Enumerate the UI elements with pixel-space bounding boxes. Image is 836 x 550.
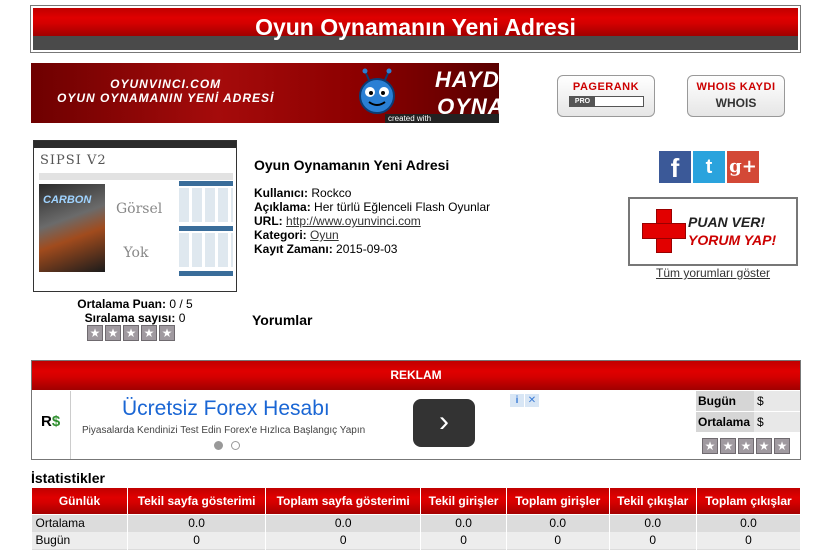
ad-dot[interactable]: [214, 441, 223, 450]
comment-label: YORUM YAP!: [688, 232, 777, 248]
rating-stars[interactable]: ★ ★ ★ ★ ★: [87, 325, 175, 341]
avg-rating-label: Ortalama Puan:: [77, 297, 166, 311]
star-icon[interactable]: ★: [720, 438, 736, 454]
table-header: Toplam çıkışlar: [695, 487, 802, 515]
mini-rating-stars[interactable]: ★ ★ ★ ★ ★: [702, 438, 790, 454]
table-row: Ortalama 0.0 0.0 0.0 0.0 0.0 0.0: [31, 514, 802, 532]
chevron-right-icon[interactable]: ›: [413, 399, 475, 447]
ad-pagination: [214, 441, 240, 450]
pagerank-badge[interactable]: PAGERANK PRO: [557, 75, 655, 117]
thumbnail-game-image: CARBON: [39, 184, 105, 272]
rate-comment-button[interactable]: PUAN VER! YORUM YAP!: [628, 197, 798, 266]
ad-choices[interactable]: i ✕: [510, 394, 539, 407]
star-icon[interactable]: ★: [105, 325, 121, 341]
banner-domain: OYUNVINCI.COM: [110, 77, 222, 91]
ad-unit[interactable]: R$ Ücretsiz Forex Hesabı Piyasalarda Ken…: [32, 391, 542, 459]
site-header: Oyun Oynamanın Yeni Adresi: [30, 5, 801, 53]
ad-logo: R$: [41, 413, 61, 430]
star-icon[interactable]: ★: [87, 325, 103, 341]
pagerank-bar: PRO: [569, 96, 644, 107]
thumbnail-logo: SIPSI V2: [40, 153, 107, 168]
pagerank-pro: PRO: [570, 97, 595, 106]
rating-summary: Ortalama Puan: 0 / 5 Sıralama sayısı: 0: [33, 297, 237, 325]
star-icon[interactable]: ★: [159, 325, 175, 341]
mascot-icon: [359, 68, 395, 114]
ad-section: REKLAM R$ Ücretsiz Forex Hesabı Piyasala…: [31, 360, 801, 460]
plus-cross-icon: [642, 209, 686, 253]
table-header: Toplam sayfa gösterimi: [265, 487, 422, 515]
whois-badge[interactable]: WHOIS KAYDI WHOIS: [687, 75, 785, 117]
star-icon[interactable]: ★: [141, 325, 157, 341]
social-buttons: f t g+: [659, 151, 759, 183]
thumbnail-game-title: CARBON: [43, 194, 92, 206]
site-info-title: Oyun Oynamanın Yeni Adresi: [254, 157, 450, 173]
rate-label: PUAN VER!: [688, 214, 766, 230]
ad-description: Piyasalarda Kendinizi Test Edin Forex'e …: [82, 425, 366, 436]
banner-slogan: OYUN OYNAMANIN YENİ ADRESİ: [57, 91, 275, 105]
url-link[interactable]: http://www.oyunvinci.com: [286, 214, 421, 228]
star-icon[interactable]: ★: [756, 438, 772, 454]
ad-section-title: REKLAM: [32, 361, 800, 390]
whois-label: WHOIS KAYDI: [696, 81, 776, 93]
ad-title[interactable]: Ücretsiz Forex Hesabı: [122, 397, 330, 421]
google-plus-icon[interactable]: g+: [727, 151, 759, 183]
twitter-icon[interactable]: t: [693, 151, 725, 183]
header-bar: Oyun Oynamanın Yeni Adresi: [33, 8, 798, 50]
table-header: Tekil çıkışlar: [608, 487, 697, 515]
star-icon[interactable]: ★: [123, 325, 139, 341]
site-banner[interactable]: OYUNVINCI.COM OYUN OYNAMANIN YENİ ADRESİ…: [31, 63, 499, 123]
star-icon[interactable]: ★: [738, 438, 754, 454]
table-header: Toplam girişler: [505, 487, 610, 515]
banner-credit: created with BannerSnack.com: [385, 114, 499, 123]
pagerank-label: PAGERANK: [572, 81, 640, 93]
thumbnail-sidebar: [179, 181, 233, 281]
statistics-title: İstatistikler: [31, 470, 105, 486]
banner-cta-1: HAYDI: [435, 67, 499, 92]
site-info: Oyun Oynamanın Yeni Adresi Kullanıcı: Ro…: [254, 158, 614, 256]
avg-rating-value: 0 / 5: [169, 297, 193, 311]
table-row: Bugün 0 0 0 0 0 0: [31, 531, 802, 549]
site-title: Oyun Oynamanın Yeni Adresi: [255, 14, 576, 40]
date-value: 2015-09-03: [336, 242, 398, 256]
facebook-icon[interactable]: f: [659, 151, 691, 183]
thumbnail-placeholder: Görsel Yok: [116, 201, 163, 261]
table-header: Tekil sayfa gösterimi: [126, 487, 267, 515]
rating-count-value: 0: [178, 311, 186, 325]
info-icon[interactable]: i: [510, 394, 524, 407]
category-link[interactable]: Oyun: [310, 228, 339, 242]
star-icon[interactable]: ★: [702, 438, 718, 454]
table-header: Günlük: [31, 487, 128, 515]
star-icon[interactable]: ★: [774, 438, 790, 454]
description-value: Her türlü Eğlenceli Flash Oyunlar: [314, 200, 491, 214]
all-comments-link[interactable]: Tüm yorumları göster: [628, 266, 798, 280]
close-icon[interactable]: ✕: [525, 394, 539, 407]
table-header: Tekil girişler: [420, 487, 507, 515]
comments-heading: Yorumlar: [252, 312, 313, 328]
whois-logo: WHOIS: [715, 96, 757, 110]
ad-dot[interactable]: [231, 441, 240, 450]
rating-count-label: Sıralama sayısı:: [84, 311, 176, 325]
site-thumbnail[interactable]: SIPSI V2 CARBON Görsel Yok: [33, 140, 237, 292]
statistics-table: Günlük Tekil sayfa gösterimi Toplam sayf…: [31, 487, 802, 550]
user-value: Rockco: [311, 186, 352, 200]
mini-stats: Bugün $ Ortalama $: [696, 391, 800, 433]
